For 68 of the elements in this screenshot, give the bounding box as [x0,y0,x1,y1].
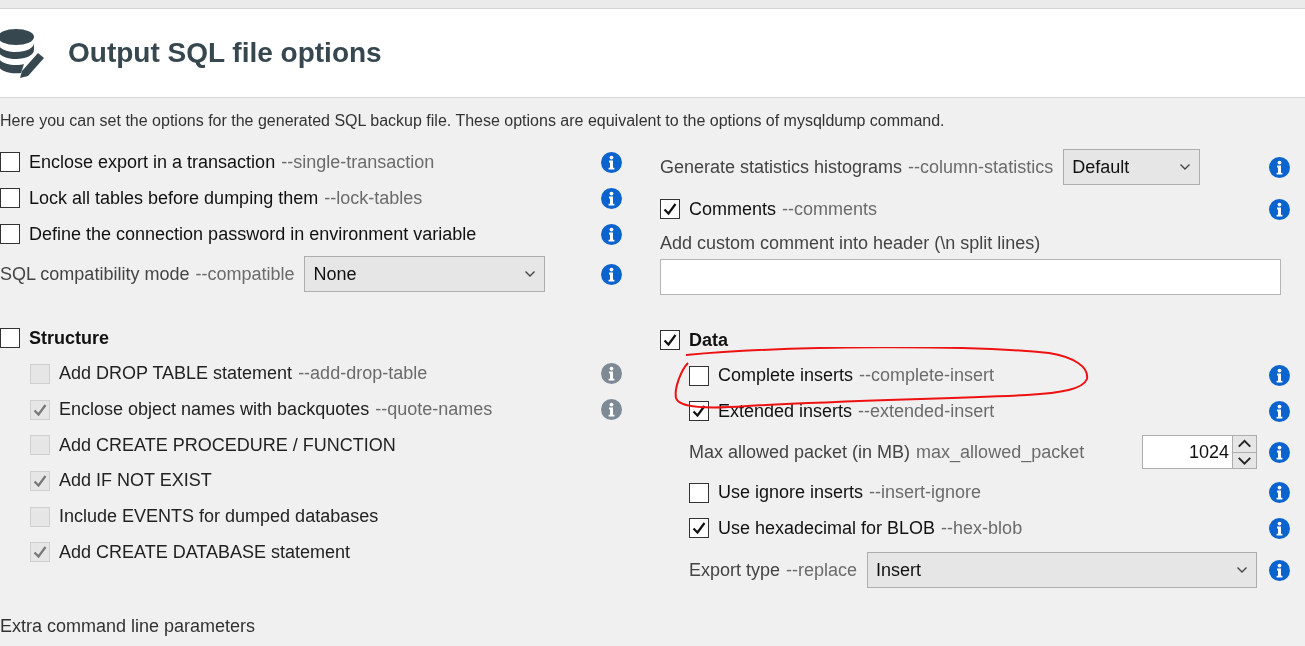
option-label: Complete inserts [718,364,854,388]
checkbox[interactable] [0,188,20,208]
option-label: Add DROP TABLE statement [59,362,293,386]
flag-text: --add-drop-table [298,362,428,386]
page-title: Output SQL file options [68,36,382,70]
flag-text: --compatible [195,262,295,286]
option-label: Data [689,328,728,352]
checkbox[interactable] [689,365,709,386]
flag-text: --comments [782,197,878,221]
flag-text: --hex-blob [941,516,1023,540]
chevron-down-icon [524,270,537,278]
flag-text: --insert-ignore [869,481,982,505]
dropdown[interactable]: Default [1063,149,1201,185]
info-icon[interactable] [1269,198,1290,220]
option-label: Enclose object names with backquotes [59,398,370,422]
info-icon[interactable] [601,187,622,209]
flag-text: --complete-insert [859,364,995,388]
checkbox[interactable] [689,482,709,503]
info-icon[interactable] [1269,156,1290,178]
checkbox[interactable] [689,401,709,422]
flag-text: --replace [786,558,858,582]
chevron-down-icon [1236,566,1248,574]
option-label: Add custom comment into header (\n split lines) [660,232,1041,255]
option-label: Export type [689,558,781,582]
info-icon[interactable] [1269,559,1290,581]
info-icon[interactable] [1269,517,1290,539]
info-icon[interactable] [1269,482,1290,504]
option-label: Structure [29,326,109,350]
dropdown[interactable]: Insert [867,552,1257,588]
checkbox[interactable] [0,224,20,244]
flag-text: --single-transaction [281,150,435,174]
spin-down-icon[interactable] [1233,451,1256,468]
number-spinner[interactable]: 1024 [1142,435,1257,469]
checkbox[interactable] [660,330,680,350]
info-icon[interactable] [1269,400,1290,422]
option-label: Add CREATE PROCEDURE / FUNCTION [59,433,396,457]
flag-text: --column-statistics [908,155,1054,179]
flag-text: max_allowed_packet [916,440,1085,465]
checkbox[interactable] [689,518,709,539]
info-icon[interactable] [601,151,622,173]
info-icon[interactable] [1269,441,1290,463]
option-label: Add CREATE DATABASE statement [59,540,351,564]
checkbox[interactable] [660,199,680,219]
option-label: Enclose export in a transaction [29,150,276,174]
flag-text: --lock-tables [324,186,423,210]
info-icon[interactable] [601,223,622,245]
option-label: Extended inserts [718,399,853,423]
checkbox[interactable] [0,152,20,172]
option-label: Use ignore inserts [718,481,864,505]
flag-text: --extended-insert [858,399,995,423]
info-icon[interactable] [1269,365,1290,387]
option-label: Comments [689,197,777,221]
option-label: Generate statistics histograms [660,155,903,179]
section-label: Extra command line parameters [0,614,256,638]
option-label: Max allowed packet (in MB) [689,440,911,464]
chevron-down-icon [1179,163,1192,171]
checkbox[interactable] [0,328,20,348]
description-text: Here you can set the options for the generated SQL backup file. These options are equivalent to the options of mysqldump command. [0,111,945,131]
info-icon[interactable] [601,263,622,285]
option-label: Include EVENTS for dumped databases [59,505,379,529]
option-label: Lock all tables before dumping them [29,186,319,210]
comment-input-field[interactable] [660,259,1281,295]
option-label: Use hexadecimal for BLOB [718,516,936,540]
option-label: SQL compatibility mode [0,262,190,286]
dropdown[interactable]: None [304,256,546,292]
option-label: Define the connection password in environment variable [29,222,477,246]
option-label: Add IF NOT EXIST [59,469,212,493]
flag-text: --quote-names [375,398,493,422]
